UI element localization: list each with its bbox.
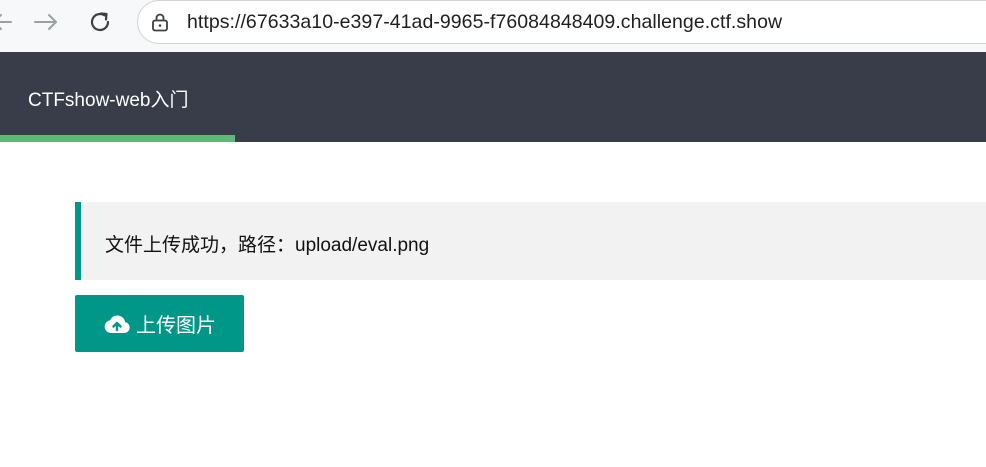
- browser-toolbar: https://67633a10-e397-41ad-9965-f7608484…: [0, 0, 986, 52]
- reload-button[interactable]: [84, 6, 116, 38]
- upload-button-label: 上传图片: [136, 315, 216, 337]
- app-title[interactable]: CTFshow-web入门: [28, 85, 188, 112]
- lock-icon[interactable]: [150, 12, 170, 32]
- cloud-upload-icon: [104, 314, 130, 333]
- alert-message: 文件上传成功，路径：upload/eval.png: [105, 235, 430, 256]
- forward-button[interactable]: [30, 6, 62, 38]
- app-header: CTFshow-web入门: [0, 52, 986, 142]
- upload-success-alert: 文件上传成功，路径：upload/eval.png: [75, 202, 986, 280]
- back-button[interactable]: [0, 6, 18, 38]
- url-text[interactable]: https://67633a10-e397-41ad-9965-f7608484…: [187, 11, 782, 34]
- reload-icon: [90, 12, 110, 32]
- arrow-right-icon: [34, 14, 57, 30]
- upload-image-button[interactable]: 上传图片: [75, 295, 244, 352]
- address-bar[interactable]: https://67633a10-e397-41ad-9965-f7608484…: [137, 0, 986, 44]
- nav-active-indicator: [0, 135, 235, 142]
- arrow-left-icon: [0, 14, 12, 30]
